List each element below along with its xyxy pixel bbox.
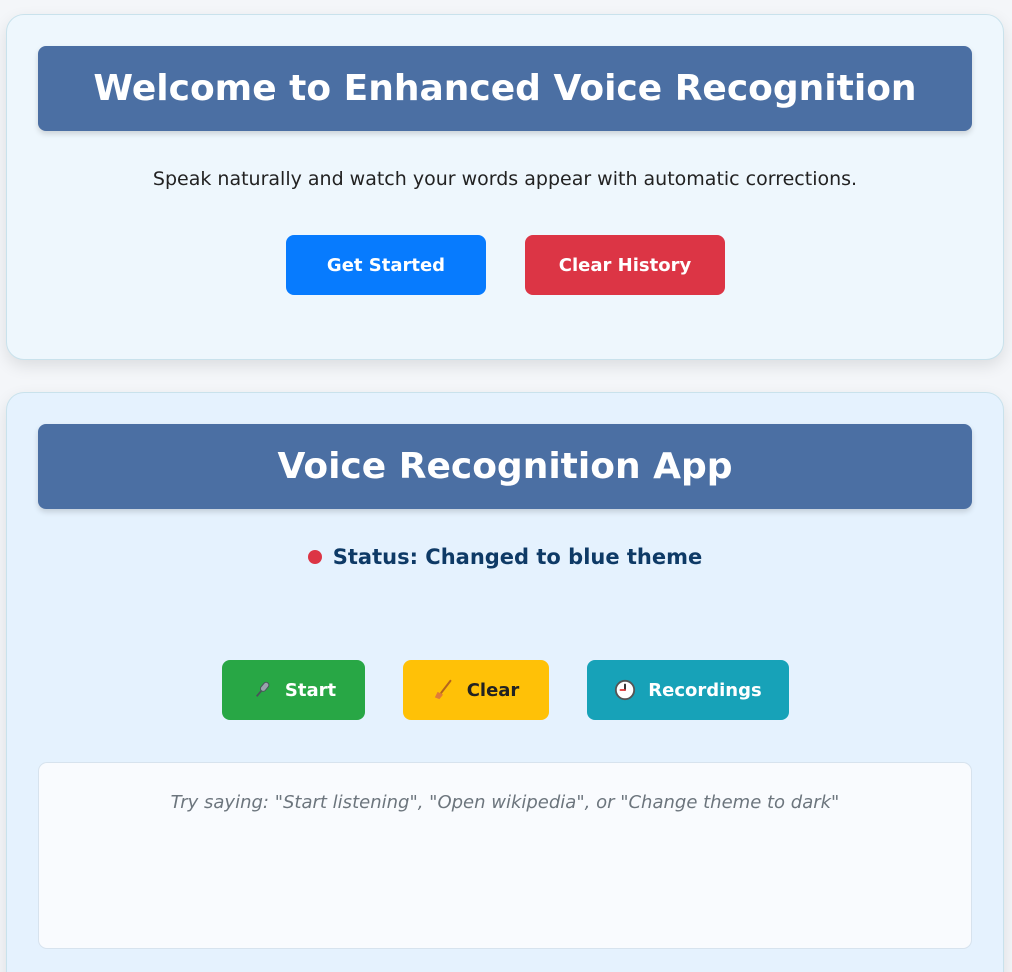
- transcript-placeholder: Try saying: "Start listening", "Open wik…: [170, 792, 840, 813]
- get-started-label: Get Started: [326, 254, 446, 276]
- clock-icon: [614, 679, 636, 701]
- status-text: Status: Changed to blue theme: [332, 545, 703, 569]
- recordings-button[interactable]: Recordings: [587, 660, 789, 720]
- welcome-title: Welcome to Enhanced Voice Recognition: [38, 46, 972, 131]
- status-indicator: [307, 550, 322, 564]
- start-button[interactable]: Start: [222, 660, 365, 720]
- clear-label: Clear: [466, 679, 520, 701]
- clear-history-button[interactable]: Clear History: [525, 235, 725, 295]
- app-title: Voice Recognition App: [38, 424, 972, 509]
- clear-button[interactable]: Clear: [403, 660, 549, 720]
- clear-history-label: Clear History: [558, 254, 692, 276]
- get-started-button[interactable]: Get Started: [286, 235, 486, 295]
- recordings-label: Recordings: [648, 679, 762, 701]
- welcome-subtitle: Speak naturally and watch your words app…: [152, 168, 858, 190]
- voice-app-card: Voice Recognition App Status: Changed to…: [6, 392, 1004, 972]
- welcome-card: Welcome to Enhanced Voice Recognition Sp…: [6, 14, 1004, 360]
- start-label: Start: [284, 679, 337, 701]
- broom-icon: [433, 679, 455, 701]
- microphone-icon: [251, 679, 273, 701]
- transcript-area[interactable]: Try saying: "Start listening", "Open wik…: [38, 762, 972, 949]
- status-line: Status: Changed to blue theme: [7, 545, 1003, 569]
